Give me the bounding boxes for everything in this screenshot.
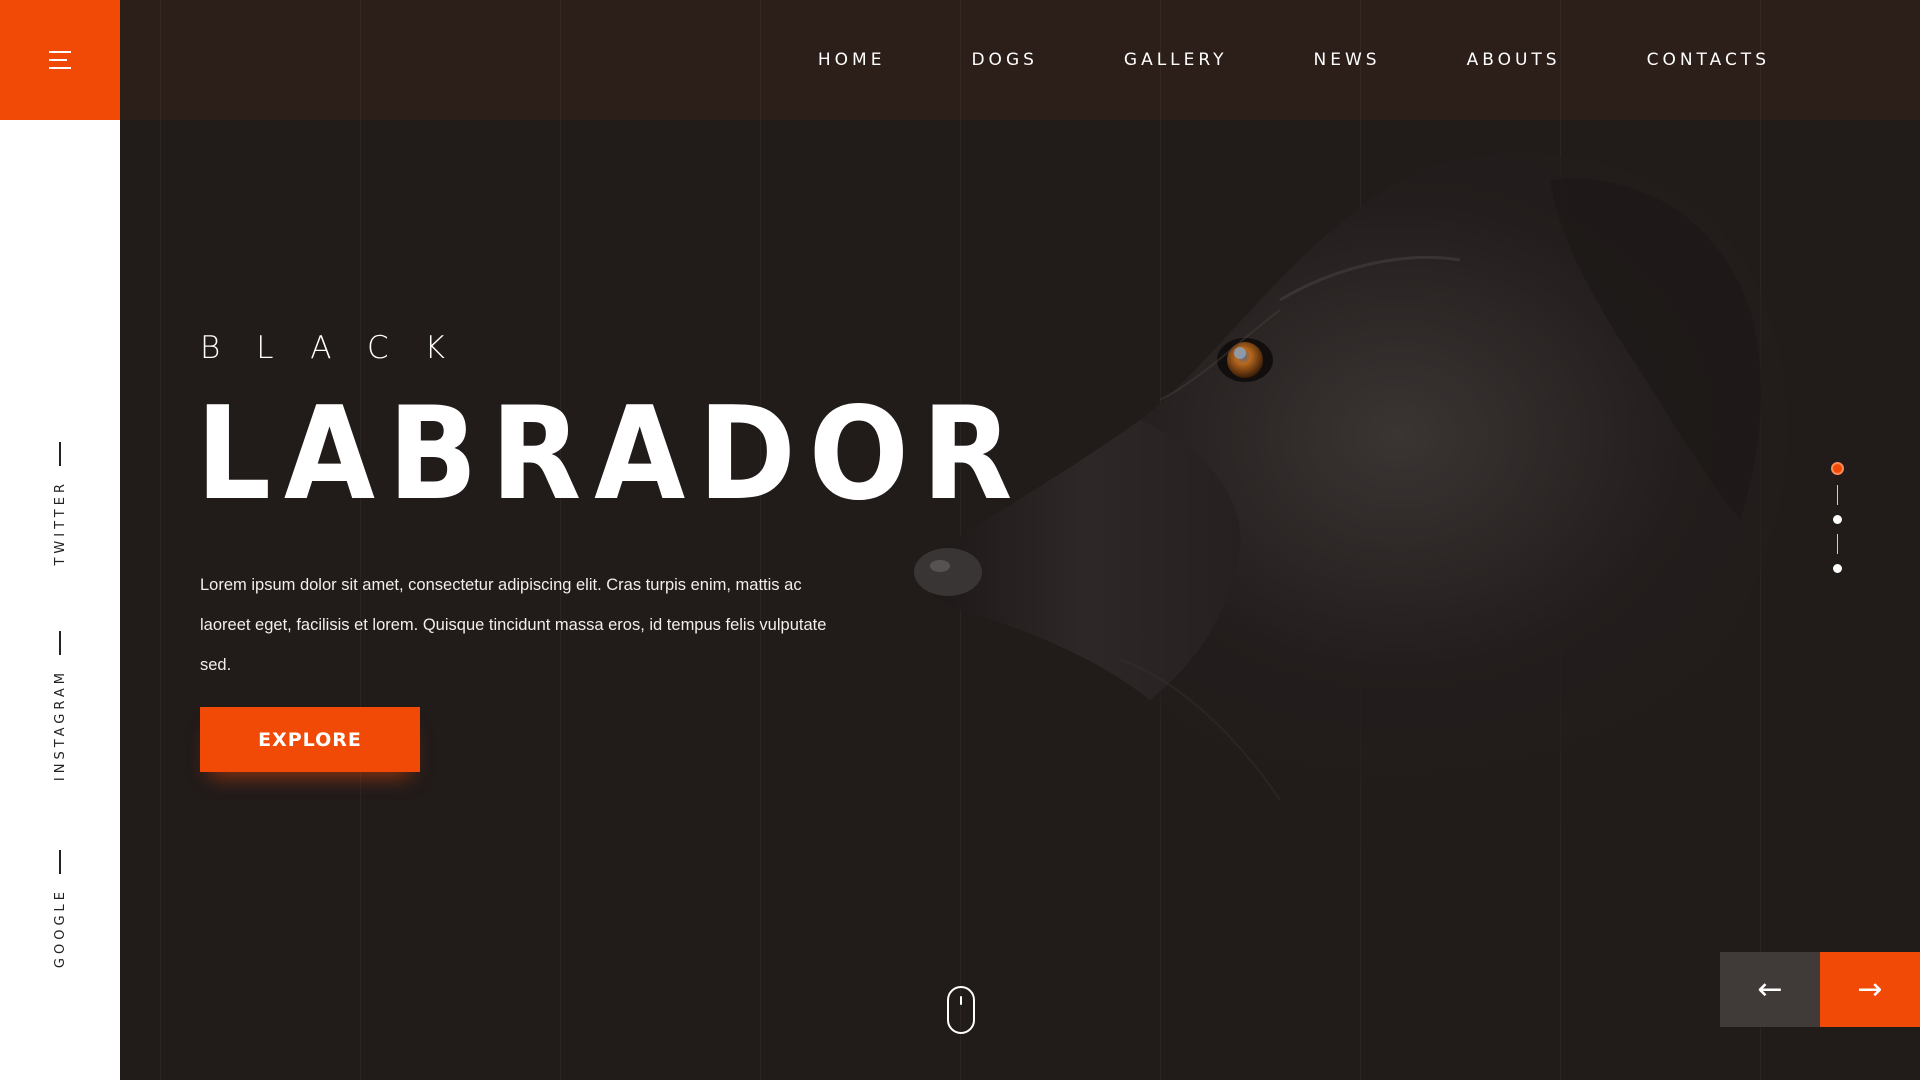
dog-photo (914, 153, 1788, 858)
left-sidebar: TWITTER INSTAGRAM GOOGLE (0, 0, 120, 1080)
social-label-google: GOOGLE (52, 888, 68, 969)
scroll-mouse-icon[interactable] (947, 986, 975, 1034)
hero-section: HOME DOGS GALLERY NEWS ABOUTS CONTACTS B… (120, 0, 1920, 1080)
slider-dot-3[interactable] (1832, 564, 1842, 573)
social-label-twitter: TWITTER (52, 480, 68, 566)
explore-button[interactable]: EXPLORE (200, 707, 420, 772)
slider-dot-connector (1836, 534, 1838, 554)
social-label-instagram: INSTAGRAM (52, 669, 68, 782)
hero-description: Lorem ipsum dolor sit amet, consectetur … (200, 576, 827, 674)
slider-dot-connector (1836, 485, 1838, 505)
social-link-instagram[interactable]: INSTAGRAM (0, 631, 120, 781)
arrow-left-icon: ← (1757, 972, 1783, 1007)
social-link-twitter[interactable]: TWITTER (0, 442, 120, 566)
main-navigation: HOME DOGS GALLERY NEWS ABOUTS CONTACTS (732, 0, 1770, 120)
social-divider (59, 631, 61, 655)
slider-dot-1[interactable] (1830, 462, 1844, 475)
hamburger-menu-icon (49, 51, 71, 69)
hero-kicker: BLACK (200, 330, 481, 366)
next-slide-button[interactable]: → (1820, 952, 1920, 1027)
nav-item-gallery[interactable]: GALLERY (1124, 50, 1228, 70)
social-link-google[interactable]: GOOGLE (0, 850, 120, 968)
menu-button[interactable] (0, 0, 120, 120)
arrow-right-icon: → (1857, 972, 1883, 1007)
social-divider (59, 850, 61, 874)
nav-item-dogs[interactable]: DOGS (971, 50, 1037, 70)
slider-dot-2[interactable] (1832, 515, 1842, 524)
nav-item-abouts[interactable]: ABOUTS (1467, 50, 1561, 70)
slider-pagination (1822, 462, 1852, 573)
nav-item-news[interactable]: NEWS (1314, 50, 1381, 70)
social-divider (59, 442, 61, 466)
landing-page: TWITTER INSTAGRAM GOOGLE HOME DOGS GALLE… (0, 0, 1920, 1080)
nav-item-home[interactable]: HOME (818, 50, 886, 70)
nav-item-contacts[interactable]: CONTACTS (1647, 50, 1770, 70)
hero-title: LABRADOR (196, 380, 1026, 529)
previous-slide-button[interactable]: ← (1720, 952, 1820, 1027)
